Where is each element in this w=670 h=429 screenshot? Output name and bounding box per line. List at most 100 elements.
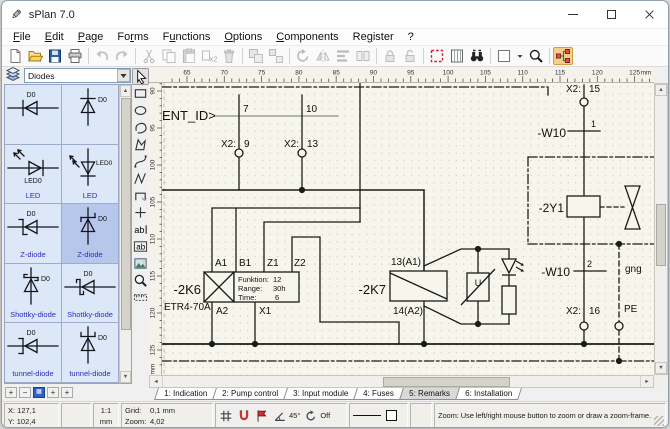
page-tab-4-fuses[interactable]: 4: Fuses xyxy=(353,388,404,400)
tool-bracket-line[interactable] xyxy=(132,187,149,204)
resize-grip[interactable] xyxy=(654,416,664,426)
vertical-scrollbar[interactable]: ▲ ▼ xyxy=(654,83,668,375)
page-tab-6-installation[interactable]: 6: Installation xyxy=(455,388,522,400)
library-footer-button-4[interactable]: + xyxy=(47,387,59,398)
library-item-Z-diode[interactable]: D0Z-diode xyxy=(62,204,119,264)
toolbar-sheets-button[interactable] xyxy=(353,47,373,65)
library-item-tunnel-diode[interactable]: D0tunnel-diode xyxy=(5,323,62,383)
toolbar-group-button[interactable] xyxy=(246,47,266,65)
toolbar-open-button[interactable] xyxy=(25,47,45,65)
tool-text-frame[interactable]: ab xyxy=(132,238,149,255)
fill-style-sample[interactable] xyxy=(386,410,397,421)
library-footer-button-3[interactable]: ▦ xyxy=(33,387,45,398)
toolbar-print-button[interactable] xyxy=(65,47,85,65)
toolbar-ungroup-button[interactable] xyxy=(266,47,286,65)
flag-icon[interactable] xyxy=(255,409,269,423)
scroll-up-icon[interactable]: ▲ xyxy=(120,85,131,97)
toolbar-page-box-button[interactable] xyxy=(494,47,514,65)
library-item-tunnel-diode[interactable]: D0tunnel-diode xyxy=(62,323,119,383)
tool-image[interactable] xyxy=(132,255,149,272)
scroll-left-icon[interactable]: ◄ xyxy=(150,376,163,387)
menu-item-edit[interactable]: Edit xyxy=(38,31,71,43)
library-item-diode[interactable]: D0 xyxy=(5,85,62,145)
toolbar-copy-button[interactable] xyxy=(159,47,179,65)
grid-icon[interactable] xyxy=(219,409,233,423)
library-scrollbar[interactable]: ▲ ▼ xyxy=(119,85,131,383)
tool-special-shape[interactable] xyxy=(132,119,149,136)
relay-2K7[interactable] xyxy=(390,271,447,301)
toolbar-undo-button[interactable] xyxy=(92,47,112,65)
toolbar-new-button[interactable] xyxy=(5,47,25,65)
tool-bezier[interactable] xyxy=(132,153,149,170)
terminal-circle[interactable] xyxy=(580,98,588,106)
terminal-circle[interactable] xyxy=(615,322,623,330)
toolbar-rotate-button[interactable] xyxy=(293,47,313,65)
library-footer-button-1[interactable]: + xyxy=(5,387,17,398)
tool-measure[interactable] xyxy=(132,289,149,306)
title-bar[interactable]: ✎ sPlan 7.0 xyxy=(2,1,668,29)
menu-item-components[interactable]: Components xyxy=(269,31,345,43)
toolbar-delete-button[interactable] xyxy=(219,47,239,65)
toolbar-redo-button[interactable] xyxy=(112,47,132,65)
line-style-sample[interactable] xyxy=(353,415,381,417)
magnet-icon[interactable] xyxy=(237,409,251,423)
terminal-circle[interactable] xyxy=(298,149,306,157)
toolbar-zoom-button[interactable] xyxy=(526,47,546,65)
led-resistor-branch[interactable] xyxy=(502,259,524,314)
angle-icon[interactable]: 45° xyxy=(273,409,300,423)
tool-ellipse[interactable] xyxy=(132,102,149,119)
toolbar-unlock-button[interactable] xyxy=(400,47,420,65)
toolbar-save-button[interactable] xyxy=(45,47,65,65)
maximize-button[interactable] xyxy=(592,1,630,28)
toolbar-caret-button[interactable] xyxy=(514,47,526,65)
toolbar-link-button[interactable] xyxy=(553,47,573,65)
page-tab-2-pump-control[interactable]: 2: Pump control xyxy=(212,388,288,400)
vertical-scroll-thumb[interactable] xyxy=(656,204,666,266)
library-selector[interactable]: Diodes xyxy=(24,68,131,83)
tool-zoom[interactable] xyxy=(132,272,149,289)
toolbar-select-frame-button[interactable] xyxy=(427,47,447,65)
library-footer-button-5[interactable]: + xyxy=(61,387,73,398)
scroll-right-icon[interactable]: ► xyxy=(640,376,653,387)
menu-item-forms[interactable]: Forms xyxy=(110,31,155,43)
library-item-diode[interactable]: D0 xyxy=(62,85,119,145)
scroll-down-icon[interactable]: ▼ xyxy=(120,371,131,383)
menu-item-?[interactable]: ? xyxy=(401,31,421,43)
toolbar-align-button[interactable] xyxy=(333,47,353,65)
menu-item-page[interactable]: Page xyxy=(71,31,111,43)
tool-zigzag-line[interactable] xyxy=(132,170,149,187)
toolbar-lock-button[interactable] xyxy=(380,47,400,65)
minimize-button[interactable] xyxy=(554,1,592,28)
toolbar-form-columns-button[interactable] xyxy=(447,47,467,65)
library-item-Z-diode[interactable]: D0Z-diode xyxy=(5,204,62,264)
rotate-icon[interactable]: Off xyxy=(304,409,330,423)
page-tab-5-remarks[interactable]: 5: Remarks xyxy=(399,388,460,400)
scroll-down-icon[interactable]: ▼ xyxy=(655,362,667,374)
tool-rectangle[interactable] xyxy=(132,85,149,102)
schematic-canvas[interactable]: ENT_ID>710X2:9X2:13A1B1Z1Z2-2K6ETR4-70AA… xyxy=(162,83,654,375)
library-item-Shottky-diode[interactable]: D0Shottky-diode xyxy=(5,264,62,324)
scroll-up-icon[interactable]: ▲ xyxy=(655,84,667,96)
tool-pointer[interactable] xyxy=(132,68,149,85)
horizontal-scroll-thumb[interactable] xyxy=(383,377,510,387)
terminal-circle[interactable] xyxy=(580,322,588,330)
library-footer-button-2[interactable]: − xyxy=(19,387,31,398)
library-item-LED[interactable]: LED0LED xyxy=(62,145,119,205)
tool-polygon[interactable] xyxy=(132,136,149,153)
menu-item-options[interactable]: Options xyxy=(217,31,269,43)
horizontal-scrollbar[interactable]: ◄ ► xyxy=(149,375,654,388)
library-scroll-thumb[interactable] xyxy=(121,98,131,330)
tool-node[interactable] xyxy=(132,204,149,221)
page-tab-3-input-module[interactable]: 3: Input module xyxy=(283,388,358,400)
close-button[interactable] xyxy=(630,1,668,28)
toolbar-search-button[interactable] xyxy=(467,47,487,65)
tool-text[interactable]: ab xyxy=(132,221,149,238)
toolbar-cut-button[interactable] xyxy=(139,47,159,65)
terminal-circle[interactable] xyxy=(235,149,243,157)
toolbar-mirror-button[interactable] xyxy=(313,47,333,65)
chevron-down-icon[interactable] xyxy=(117,69,130,82)
library-item-LED[interactable]: LED0LED xyxy=(5,145,62,205)
toolbar-paste-button[interactable] xyxy=(179,47,199,65)
page-tab-1-indication[interactable]: 1: Indication xyxy=(154,388,217,400)
menu-item-functions[interactable]: Functions xyxy=(156,31,218,43)
